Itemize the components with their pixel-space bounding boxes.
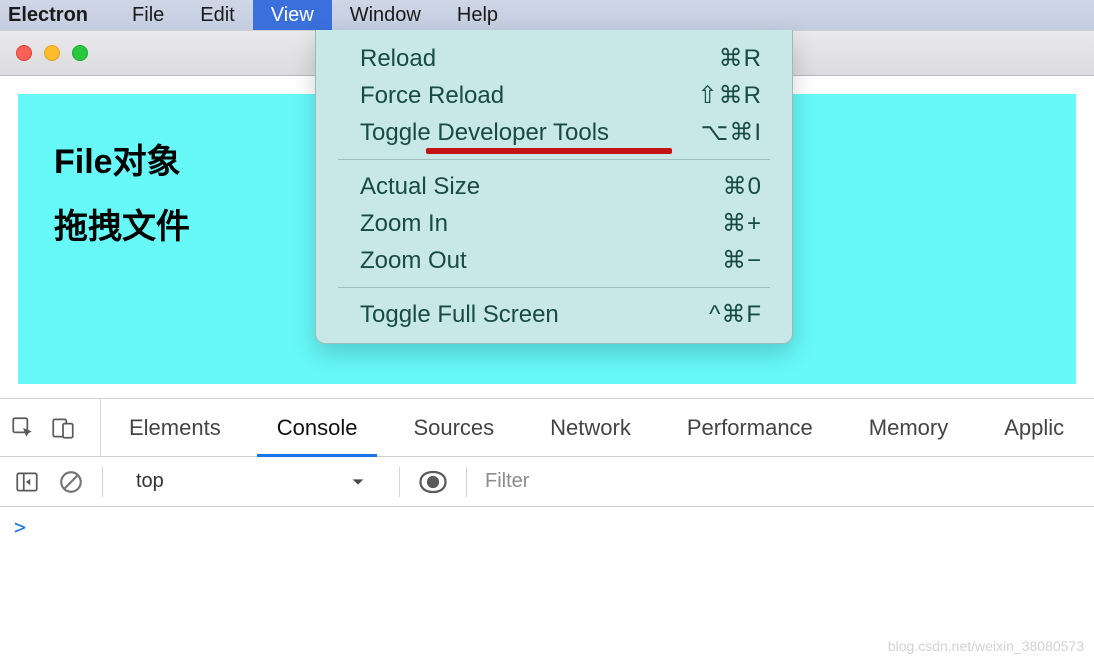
clear-console-icon[interactable] <box>58 469 84 495</box>
devtools-tabs: Elements Console Sources Network Perform… <box>0 399 1094 457</box>
menu-item-shortcut: ⌘+ <box>672 209 762 238</box>
menu-toggle-devtools[interactable]: Toggle Developer Tools ⌥⌘I <box>316 114 792 151</box>
menu-item-shortcut: ⌘0 <box>672 172 762 201</box>
toolbar-separator <box>466 467 467 497</box>
tab-console[interactable]: Console <box>249 399 386 456</box>
menu-item-label: Zoom Out <box>360 247 467 275</box>
menu-item-label: Reload <box>360 45 436 73</box>
menu-force-reload[interactable]: Force Reload ⇧⌘R <box>316 77 792 114</box>
console-prompt: > <box>14 515 26 539</box>
menu-item-shortcut: ⌘R <box>672 44 762 73</box>
view-dropdown: Reload ⌘R Force Reload ⇧⌘R Toggle Develo… <box>315 30 793 344</box>
app-name: Electron <box>8 4 88 27</box>
menu-item-shortcut: ⌘− <box>672 246 762 275</box>
menu-zoom-in[interactable]: Zoom In ⌘+ <box>316 205 792 242</box>
console-sidebar-toggle-icon[interactable] <box>14 469 40 495</box>
menu-window[interactable]: Window <box>332 0 439 30</box>
context-selector[interactable]: top <box>121 464 381 500</box>
inspect-element-icon[interactable] <box>10 415 36 441</box>
menu-zoom-out[interactable]: Zoom Out ⌘− <box>316 242 792 279</box>
console-toolbar: top <box>0 457 1094 507</box>
menu-help[interactable]: Help <box>439 0 516 30</box>
chevron-down-icon <box>350 474 366 490</box>
tab-sources[interactable]: Sources <box>385 399 522 456</box>
menu-separator <box>338 159 770 160</box>
close-window-button[interactable] <box>16 45 32 61</box>
menu-item-shortcut: ⇧⌘R <box>672 81 762 110</box>
menu-item-label: Toggle Developer Tools <box>360 119 609 147</box>
tab-network[interactable]: Network <box>522 399 659 456</box>
menu-item-label: Toggle Full Screen <box>360 301 559 329</box>
menu-item-shortcut: ^⌘F <box>672 300 762 329</box>
device-toolbar-icon[interactable] <box>50 415 76 441</box>
menubar: Electron File Edit View Window Help <box>0 0 1094 30</box>
context-label: top <box>136 470 164 493</box>
toolbar-separator <box>102 467 103 497</box>
menu-item-shortcut: ⌥⌘I <box>672 118 762 147</box>
minimize-window-button[interactable] <box>44 45 60 61</box>
menu-file[interactable]: File <box>114 0 182 30</box>
highlight-underline <box>426 148 672 154</box>
menu-reload[interactable]: Reload ⌘R <box>316 40 792 77</box>
maximize-window-button[interactable] <box>72 45 88 61</box>
menu-fullscreen[interactable]: Toggle Full Screen ^⌘F <box>316 296 792 333</box>
menu-view[interactable]: View <box>253 0 332 30</box>
tab-elements[interactable]: Elements <box>101 399 249 456</box>
devtools-icon-group <box>10 399 101 456</box>
menu-item-label: Actual Size <box>360 173 480 201</box>
menu-item-label: Force Reload <box>360 82 504 110</box>
menu-edit[interactable]: Edit <box>182 0 252 30</box>
watermark: blog.csdn.net/weixin_38080573 <box>888 638 1084 654</box>
console-body[interactable]: > <box>0 507 1094 547</box>
devtools-panel: Elements Console Sources Network Perform… <box>0 398 1094 662</box>
tab-memory[interactable]: Memory <box>841 399 976 456</box>
menu-actual-size[interactable]: Actual Size ⌘0 <box>316 168 792 205</box>
toolbar-separator <box>399 467 400 497</box>
filter-input[interactable] <box>485 464 1080 500</box>
menu-separator <box>338 287 770 288</box>
live-expression-icon[interactable] <box>418 467 448 497</box>
tab-application[interactable]: Applic <box>976 399 1092 456</box>
menu-item-label: Zoom In <box>360 210 448 238</box>
tab-performance[interactable]: Performance <box>659 399 841 456</box>
